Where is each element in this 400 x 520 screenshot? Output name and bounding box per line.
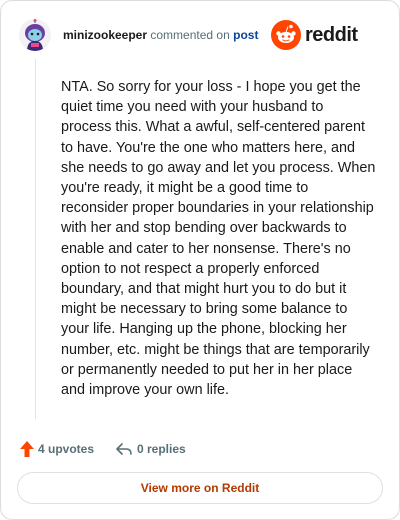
user-avatar[interactable]: [19, 19, 51, 51]
embedded-comment-card: minizookeeper commented on post reddit N…: [0, 0, 400, 520]
reddit-wordmark: reddit: [305, 24, 358, 46]
upvote-button[interactable]: 4 upvotes: [19, 439, 99, 459]
arrow-up-icon: [20, 441, 34, 457]
post-link[interactable]: post: [233, 28, 258, 42]
comment-header: minizookeeper commented on post reddit: [19, 19, 383, 51]
upvote-count: 4 upvotes: [38, 442, 95, 456]
reddit-logo-icon: [271, 20, 301, 50]
thread-line: [35, 59, 36, 419]
comment-meta: minizookeeper commented on post: [63, 28, 258, 42]
reddit-brand[interactable]: reddit: [271, 20, 383, 50]
comment-body: NTA. So sorry for your loss - I hope you…: [61, 79, 376, 399]
username-link[interactable]: minizookeeper: [63, 28, 147, 42]
comment-actions: 4 upvotes 0 replies: [19, 439, 381, 459]
reply-arrow-icon: [116, 443, 132, 455]
reply-count: 0 replies: [137, 442, 186, 456]
view-more-button[interactable]: View more on Reddit: [17, 472, 383, 504]
replies-button[interactable]: 0 replies: [115, 439, 205, 459]
meta-action-text: commented on: [150, 28, 230, 42]
